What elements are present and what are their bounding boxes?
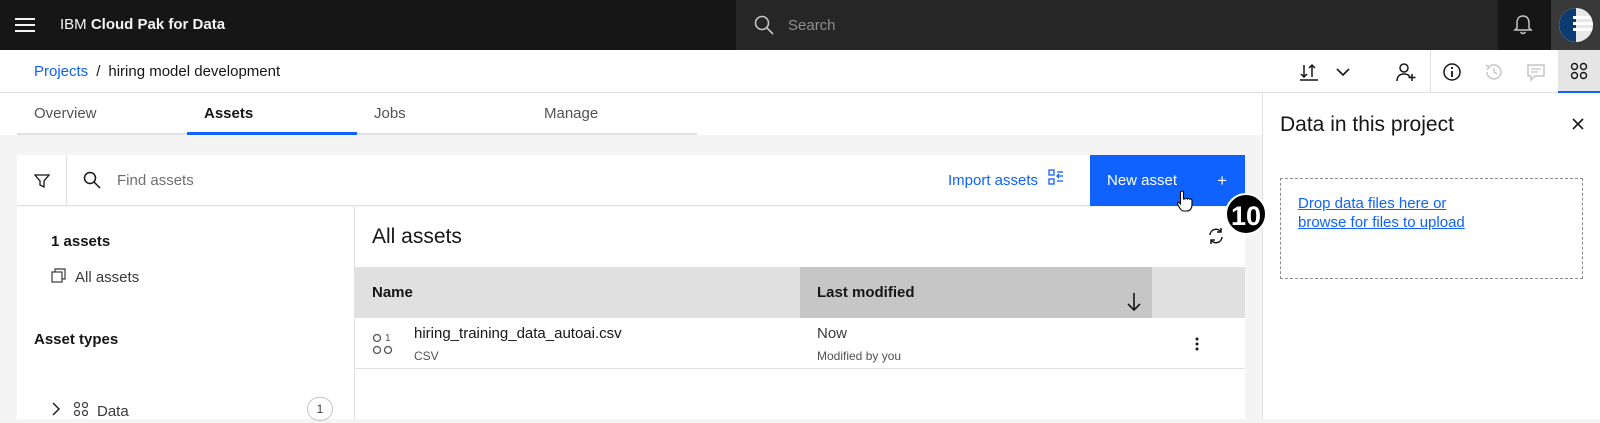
asset-type-count-badge: 1 — [307, 397, 333, 421]
brand-prefix: IBM — [60, 16, 87, 33]
data-icon — [73, 401, 97, 421]
last-modified-label: Last modified — [817, 284, 915, 301]
global-search-input[interactable] — [788, 0, 1388, 50]
browse-files-link[interactable]: browse for files to upload — [1298, 214, 1465, 231]
avatar — [1558, 8, 1593, 42]
plus-icon: + — [1217, 171, 1227, 190]
history-icon[interactable] — [1473, 50, 1515, 93]
top-navigation-bar: IBM Cloud Pak for Data — [0, 0, 1600, 50]
refresh-icon[interactable] — [1207, 227, 1225, 250]
file-drop-zone[interactable]: Drop data files here or browse for files… — [1280, 178, 1583, 279]
hand-cursor-icon — [1176, 190, 1194, 217]
import-assets-button[interactable]: Import assets — [934, 155, 1078, 206]
asset-types-heading: Asset types — [34, 331, 119, 348]
assets-table-title: All assets — [372, 225, 462, 248]
modified-by: Modified by you — [817, 349, 902, 363]
info-icon[interactable] — [1431, 50, 1473, 93]
column-header-last-modified[interactable]: Last modified — [800, 267, 1152, 318]
drop-files-link[interactable]: Drop data files here or — [1298, 195, 1446, 212]
breadcrumb-projects-link[interactable]: Projects — [34, 63, 88, 80]
user-avatar-button[interactable] — [1551, 0, 1600, 50]
assets-toolbar: Import assets New asset + — [17, 155, 1245, 206]
asset-count: 1 assets — [51, 233, 111, 250]
search-icon — [754, 15, 774, 40]
tab-assets[interactable]: Assets — [187, 93, 357, 135]
brand-name: Cloud Pak for Data — [90, 16, 226, 33]
modified-time: Now — [817, 325, 848, 342]
data-in-project-panel: Data in this project Drop data files her… — [1262, 93, 1600, 419]
breadcrumb-separator: / — [96, 63, 101, 80]
chevron-down-icon[interactable] — [1322, 50, 1364, 93]
panel-title: Data in this project — [1280, 113, 1454, 136]
project-header: Projects / hiring model development — [0, 50, 1600, 93]
project-tabs: Overview Assets Jobs Manage — [0, 93, 1262, 135]
tab-overview[interactable]: Overview — [17, 93, 187, 135]
step-number-badge: 10 — [1225, 193, 1267, 235]
new-asset-button[interactable]: New asset + — [1090, 155, 1245, 206]
find-assets-input[interactable] — [117, 155, 617, 206]
all-assets-label: All assets — [75, 268, 140, 286]
breadcrumb: Projects / hiring model development — [34, 50, 280, 93]
add-collaborator-icon[interactable] — [1385, 50, 1427, 93]
close-icon[interactable] — [1572, 117, 1584, 135]
main-content: Overview Assets Jobs Manage Import asset… — [0, 93, 1262, 421]
stack-icon — [51, 267, 67, 287]
comments-icon[interactable] — [1515, 50, 1557, 93]
search-icon — [83, 171, 101, 194]
product-name[interactable]: IBM Cloud Pak for Data — [60, 0, 225, 50]
table-header: Name Last modified — [355, 267, 1245, 318]
notifications-icon[interactable] — [1498, 0, 1548, 50]
import-assets-label: Import assets — [948, 172, 1039, 189]
assets-table-panel: All assets Name Last modified 1 hiring_t… — [355, 207, 1245, 419]
svg-text:1: 1 — [385, 333, 391, 344]
new-asset-label: New asset — [1107, 172, 1178, 189]
asset-type-data[interactable]: Data 1 — [51, 397, 333, 423]
overflow-menu-icon[interactable] — [1185, 332, 1209, 356]
tab-manage[interactable]: Manage — [527, 93, 697, 135]
asset-name-link[interactable]: hiring_training_data_autoai.csv — [414, 325, 622, 342]
chevron-right-icon[interactable] — [51, 402, 73, 420]
data-file-icon: 1 — [372, 332, 394, 361]
asset-type-label: CSV — [414, 349, 439, 363]
table-row[interactable]: 1 hiring_training_data_autoai.csv CSV No… — [355, 318, 1245, 369]
asset-type-label: Data — [97, 402, 129, 420]
menu-icon[interactable] — [0, 0, 50, 50]
tab-jobs[interactable]: Jobs — [357, 93, 527, 135]
data-panel-toggle-icon[interactable] — [1558, 50, 1600, 93]
import-icon — [1048, 155, 1064, 206]
global-search — [736, 0, 1498, 50]
all-assets-filter[interactable]: All assets — [51, 267, 139, 287]
breadcrumb-current: hiring model development — [108, 63, 281, 80]
column-header-name[interactable]: Name — [372, 267, 413, 318]
filter-icon[interactable] — [17, 155, 67, 206]
asset-filter-panel: 1 assets All assets Asset types Data 1 — [17, 207, 355, 421]
